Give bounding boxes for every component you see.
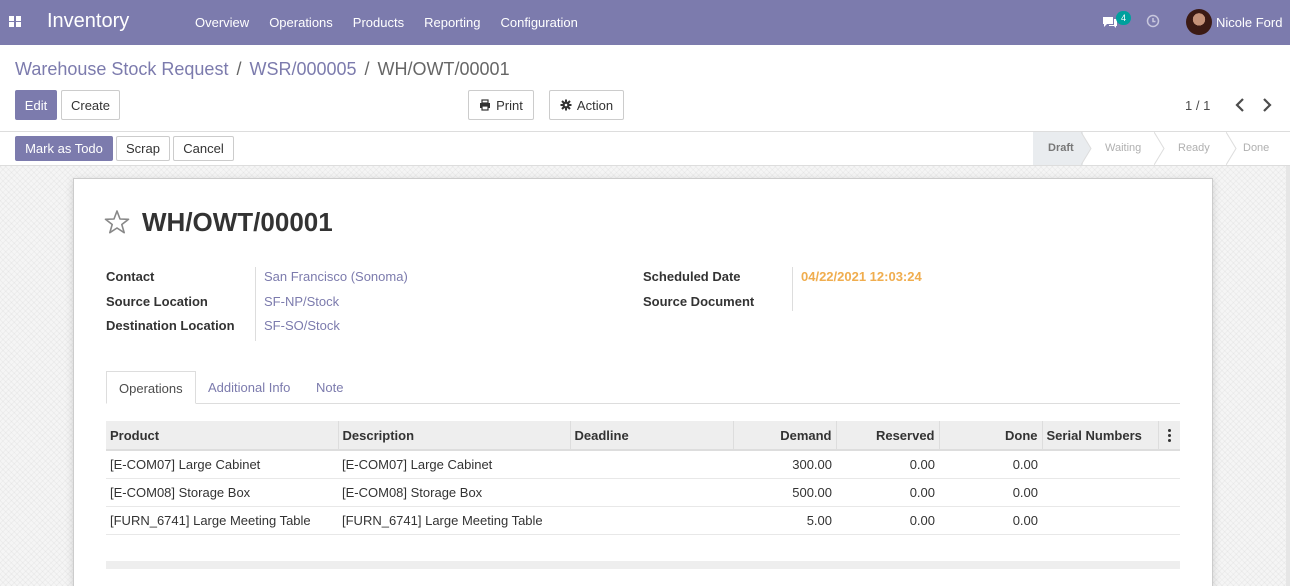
cell-done[interactable]: 0.00 bbox=[939, 450, 1042, 479]
apps-menu-icon[interactable] bbox=[9, 16, 21, 27]
field-separator bbox=[255, 267, 256, 341]
action-button[interactable]: Action bbox=[549, 90, 624, 120]
stage-draft: Draft bbox=[1033, 132, 1083, 165]
source-document-label: Source Document bbox=[643, 294, 755, 309]
column-header-description[interactable]: Description bbox=[338, 421, 571, 451]
cell-spacer bbox=[1158, 478, 1180, 507]
chevron-right-icon[interactable] bbox=[1259, 96, 1275, 114]
breadcrumb-root[interactable]: Warehouse Stock Request bbox=[15, 59, 228, 80]
column-header-demand[interactable]: Demand bbox=[733, 421, 837, 451]
contact-value[interactable]: San Francisco (Sonoma) bbox=[264, 269, 408, 284]
cell-serial-numbers[interactable] bbox=[1042, 506, 1158, 535]
stage-arrow-separator bbox=[1154, 132, 1165, 165]
menu-item-configuration[interactable]: Configuration bbox=[490, 0, 587, 45]
table-row[interactable]: [FURN_6741] Large Meeting Table [FURN_67… bbox=[106, 506, 1180, 535]
print-label: Print bbox=[496, 97, 523, 113]
column-header-deadline[interactable]: Deadline bbox=[570, 421, 734, 451]
star-icon[interactable] bbox=[104, 209, 130, 235]
cell-demand[interactable]: 300.00 bbox=[733, 450, 836, 479]
menu-item-products[interactable]: Products bbox=[343, 0, 414, 45]
cell-deadline[interactable] bbox=[570, 478, 733, 507]
print-icon bbox=[480, 99, 491, 111]
cell-description[interactable]: [E-COM08] Storage Box bbox=[338, 478, 570, 507]
print-button[interactable]: Print bbox=[468, 90, 534, 120]
column-header-serial-numbers[interactable]: Serial Numbers bbox=[1042, 421, 1159, 451]
source-location-label: Source Location bbox=[106, 294, 208, 309]
scrollbar[interactable] bbox=[1286, 166, 1290, 586]
stage-ready: Ready bbox=[1178, 142, 1210, 154]
stage-waiting: Waiting bbox=[1105, 142, 1142, 154]
stage-arrow-separator bbox=[1226, 132, 1237, 165]
record-title: WH/OWT/00001 bbox=[142, 207, 333, 237]
user-avatar[interactable] bbox=[1186, 9, 1212, 35]
user-name[interactable]: Nicole Ford bbox=[1216, 15, 1282, 30]
edit-button[interactable]: Edit bbox=[15, 90, 57, 120]
table-header-row: Product Description Deadline Demand Rese… bbox=[106, 421, 1180, 451]
source-location-value[interactable]: SF-NP/Stock bbox=[264, 294, 339, 309]
table-row[interactable]: [E-COM07] Large Cabinet [E-COM07] Large … bbox=[106, 450, 1180, 479]
scheduled-date-value[interactable]: 04/22/2021 12:03:24 bbox=[801, 269, 922, 284]
optional-columns-toggle[interactable] bbox=[1158, 421, 1180, 451]
scheduled-date-label: Scheduled Date bbox=[643, 269, 741, 284]
cell-deadline[interactable] bbox=[570, 506, 733, 535]
message-count-badge: 4 bbox=[1116, 11, 1131, 25]
cell-demand[interactable]: 5.00 bbox=[733, 506, 836, 535]
menu-item-operations[interactable]: Operations bbox=[259, 0, 343, 45]
app-name[interactable]: Inventory bbox=[47, 10, 129, 33]
cell-done[interactable]: 0.00 bbox=[939, 478, 1042, 507]
breadcrumb: Warehouse Stock Request / WSR/000005 / W… bbox=[15, 59, 510, 80]
menu-item-overview[interactable]: Overview bbox=[185, 0, 259, 45]
menu-item-reporting[interactable]: Reporting bbox=[414, 0, 490, 45]
cell-description[interactable]: [FURN_6741] Large Meeting Table bbox=[338, 506, 570, 535]
contact-label: Contact bbox=[106, 269, 155, 284]
tab-note[interactable]: Note bbox=[304, 371, 355, 404]
cell-serial-numbers[interactable] bbox=[1042, 478, 1158, 507]
breadcrumb-parent[interactable]: WSR/000005 bbox=[249, 59, 356, 80]
cell-deadline[interactable] bbox=[570, 450, 733, 479]
table-footer bbox=[106, 561, 1180, 569]
activity-clock-icon[interactable] bbox=[1146, 14, 1160, 28]
breadcrumb-separator: / bbox=[236, 59, 242, 79]
top-navbar: Inventory Overview Operations Products R… bbox=[0, 0, 1290, 45]
cell-product[interactable]: [E-COM08] Storage Box bbox=[106, 478, 338, 507]
table-row[interactable]: [E-COM08] Storage Box [E-COM08] Storage … bbox=[106, 478, 1180, 507]
operations-table: Product Description Deadline Demand Rese… bbox=[106, 421, 1180, 535]
column-header-reserved[interactable]: Reserved bbox=[836, 421, 940, 451]
breadcrumb-separator: / bbox=[364, 59, 370, 79]
tab-additional-info[interactable]: Additional Info bbox=[196, 371, 302, 404]
cell-reserved[interactable]: 0.00 bbox=[836, 450, 939, 479]
main-menu: Overview Operations Products Reporting C… bbox=[185, 0, 588, 45]
breadcrumb-current: WH/OWT/00001 bbox=[377, 59, 510, 79]
column-header-done[interactable]: Done bbox=[939, 421, 1043, 451]
cell-description[interactable]: [E-COM07] Large Cabinet bbox=[338, 450, 570, 479]
cell-product[interactable]: [FURN_6741] Large Meeting Table bbox=[106, 506, 338, 535]
destination-location-label: Destination Location bbox=[106, 318, 235, 333]
cell-spacer bbox=[1158, 506, 1180, 535]
cell-serial-numbers[interactable] bbox=[1042, 450, 1158, 479]
scrap-button[interactable]: Scrap bbox=[116, 136, 170, 161]
kebab-menu-icon bbox=[1163, 428, 1177, 442]
cell-product[interactable]: [E-COM07] Large Cabinet bbox=[106, 450, 338, 479]
cell-reserved[interactable]: 0.00 bbox=[836, 478, 939, 507]
gear-icon bbox=[560, 99, 572, 111]
create-button[interactable]: Create bbox=[61, 90, 120, 120]
column-header-product[interactable]: Product bbox=[106, 421, 339, 451]
chevron-left-icon[interactable] bbox=[1232, 96, 1248, 114]
status-stages: Draft Waiting Ready Done bbox=[1033, 132, 1286, 165]
cell-demand[interactable]: 500.00 bbox=[733, 478, 836, 507]
mark-as-todo-button[interactable]: Mark as Todo bbox=[15, 136, 113, 161]
pager-value[interactable]: 1 / 1 bbox=[1185, 98, 1210, 113]
field-separator bbox=[792, 267, 793, 311]
cell-reserved[interactable]: 0.00 bbox=[836, 506, 939, 535]
cancel-button[interactable]: Cancel bbox=[173, 136, 234, 161]
cell-spacer bbox=[1158, 450, 1180, 479]
destination-location-value[interactable]: SF-SO/Stock bbox=[264, 318, 340, 333]
cell-done[interactable]: 0.00 bbox=[939, 506, 1042, 535]
action-label: Action bbox=[576, 97, 614, 113]
stage-arrow-separator bbox=[1081, 132, 1092, 165]
tab-operations[interactable]: Operations bbox=[106, 371, 196, 404]
